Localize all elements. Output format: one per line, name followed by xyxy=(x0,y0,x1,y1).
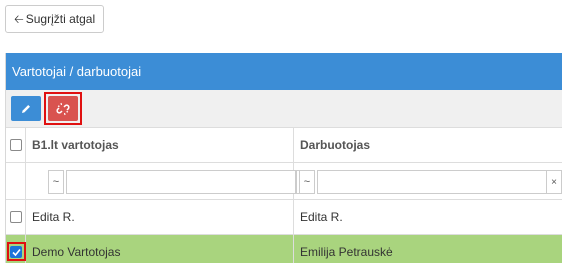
users-grid: B1.lt vartotojas Darbuotojas ~ × ~ × xyxy=(6,128,562,263)
arrow-left-icon: 🡠 xyxy=(14,12,24,26)
users-panel: Vartotojai / darbuotojai B1.lt vartotoja… xyxy=(5,53,562,263)
user-cell: Edita R. xyxy=(32,210,75,224)
pencil-icon xyxy=(22,104,30,113)
filter-row: ~ × ~ × xyxy=(6,163,562,200)
unlink-icon xyxy=(56,102,70,115)
panel-title: Vartotojai / darbuotojai xyxy=(12,64,142,79)
column-header-employee[interactable]: Darbuotojas xyxy=(294,128,562,162)
table-row[interactable]: Edita R. Edita R. xyxy=(6,200,562,235)
unlink-button[interactable] xyxy=(48,96,78,121)
grid-header-row: B1.lt vartotojas Darbuotojas xyxy=(6,128,562,163)
select-all-checkbox[interactable] xyxy=(10,139,22,151)
user-filter-operator[interactable]: ~ xyxy=(48,170,64,194)
employee-filter-input[interactable] xyxy=(317,170,547,194)
user-cell: Demo Vartotojas xyxy=(32,245,121,259)
user-filter-cell: ~ × xyxy=(26,163,312,199)
column-header-user[interactable]: B1.lt vartotojas xyxy=(26,128,294,162)
select-all-cell xyxy=(6,128,26,162)
toolbar xyxy=(6,90,562,128)
employee-cell: Emilija Petrauskė xyxy=(300,245,393,259)
unlink-button-highlight xyxy=(44,92,82,125)
back-button[interactable]: 🡠 Sugrįžti atgal xyxy=(5,5,104,33)
employee-filter-clear-icon[interactable]: × xyxy=(546,170,562,194)
employee-filter-cell: ~ × xyxy=(294,163,562,199)
user-filter-input[interactable] xyxy=(66,170,296,194)
panel-header: Vartotojai / darbuotojai xyxy=(6,53,562,90)
checkmark-icon xyxy=(12,248,21,257)
back-button-label: Sugrįžti atgal xyxy=(25,12,96,26)
employee-filter-operator[interactable]: ~ xyxy=(299,170,315,194)
employee-cell: Edita R. xyxy=(300,210,343,224)
edit-button[interactable] xyxy=(11,96,41,121)
table-row-selected[interactable]: Demo Vartotojas Emilija Petrauskė xyxy=(6,235,562,263)
row-checkbox[interactable] xyxy=(10,211,22,223)
row-checkbox-checked[interactable] xyxy=(10,246,22,258)
column-header-user-label: B1.lt vartotojas xyxy=(32,138,119,152)
column-header-employee-label: Darbuotojas xyxy=(300,138,371,152)
